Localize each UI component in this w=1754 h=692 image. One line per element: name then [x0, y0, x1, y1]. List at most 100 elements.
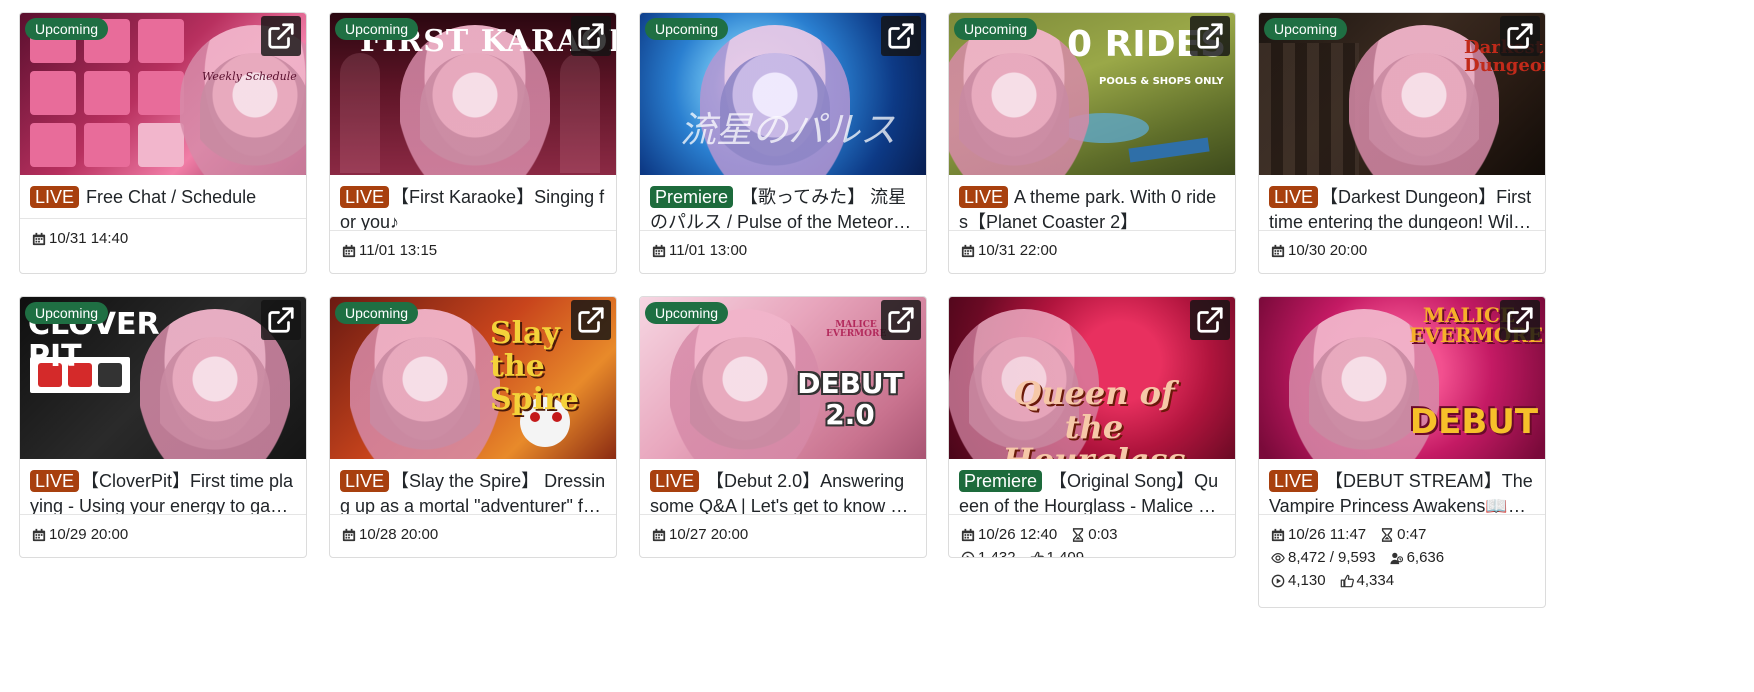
- plays-text: 4,130: [1288, 572, 1326, 589]
- hourglass-icon: [1382, 527, 1393, 542]
- thumbnail-art-text: DEBUT 2.0: [797, 367, 903, 431]
- date-text: 10/26 12:40: [978, 526, 1058, 543]
- user-group-icon: [1390, 552, 1403, 564]
- duration-meta: 0:47: [1380, 523, 1426, 546]
- live-tag: LIVE: [340, 186, 390, 208]
- duration-text: 0:03: [1088, 526, 1118, 543]
- thumbnail-art-text: Queen of the Hourglass: [1003, 374, 1186, 459]
- upcoming-badge: Upcoming: [954, 18, 1038, 40]
- open-external-button[interactable]: [1500, 300, 1540, 340]
- video-card[interactable]: Queen of the Hourglass Premiere 【Origina…: [948, 296, 1236, 558]
- external-link-icon: [888, 23, 914, 49]
- video-thumbnail[interactable]: Weekly Schedule Upcoming: [20, 13, 306, 175]
- date-meta: 10/26 11:47: [1271, 523, 1366, 546]
- video-title-row[interactable]: LIVE 【First Karaoke】Singing for you♪: [330, 175, 616, 231]
- external-link-icon: [1197, 23, 1223, 49]
- date-meta: 10/31 22:00: [961, 239, 1057, 262]
- video-title-row[interactable]: LIVE 【CloverPit】First time playing - Usin…: [20, 459, 306, 515]
- live-tag: LIVE: [650, 470, 700, 492]
- video-title-row[interactable]: LIVE 【Darkest Dungeon】First time entering…: [1259, 175, 1545, 231]
- calendar-icon: [1271, 244, 1285, 257]
- date-meta: 10/28 20:00: [342, 523, 438, 546]
- duration-meta: 0:03: [1071, 523, 1117, 546]
- open-external-button[interactable]: [1190, 300, 1230, 340]
- calendar-icon: [652, 244, 666, 257]
- duration-text: 0:47: [1397, 526, 1427, 543]
- upcoming-badge: Upcoming: [645, 302, 729, 324]
- thumbnail-art-text: 流星のパルス: [680, 110, 897, 151]
- concurrent-meta: 6,636: [1390, 546, 1444, 569]
- video-title-row[interactable]: Premiere 【歌ってみた】 流星のパルス / Pulse of the M…: [640, 175, 926, 231]
- video-thumbnail[interactable]: Queen of the Hourglass: [949, 297, 1235, 459]
- thumbs-up-icon: [1030, 551, 1044, 557]
- premiere-tag: Premiere: [650, 186, 734, 208]
- date-text: 10/31 22:00: [978, 242, 1058, 259]
- live-tag: LIVE: [30, 186, 80, 208]
- date-meta: 10/27 20:00: [652, 523, 748, 546]
- plays-meta: 4,130: [1271, 569, 1326, 592]
- upcoming-badge: Upcoming: [335, 302, 419, 324]
- date-meta: 10/26 12:40: [961, 523, 1057, 546]
- video-thumbnail[interactable]: 0 RIDES POOLS & SHOPS ONLY Upcoming: [949, 13, 1235, 175]
- live-tag: LIVE: [30, 470, 80, 492]
- video-thumbnail[interactable]: MALICE EVERMORE DEBUT 2.0 Upcoming: [640, 297, 926, 459]
- calendar-icon: [652, 528, 666, 541]
- video-card[interactable]: CLOVER PIT Upcoming LIVE 【CloverPit】First…: [19, 296, 307, 558]
- open-external-button[interactable]: [571, 16, 611, 56]
- date-meta: 10/30 20:00: [1271, 239, 1367, 262]
- video-thumbnail[interactable]: 流星のパルス Upcoming: [640, 13, 926, 175]
- open-external-button[interactable]: [881, 16, 921, 56]
- calendar-icon: [342, 528, 356, 541]
- plays-meta: 1,432: [961, 546, 1016, 558]
- upcoming-badge: Upcoming: [645, 18, 729, 40]
- video-thumbnail[interactable]: MALICE EVERMORE DEBUT: [1259, 297, 1545, 459]
- open-external-button[interactable]: [261, 300, 301, 340]
- plays-text: 1,432: [978, 549, 1016, 558]
- video-card[interactable]: 流星のパルス Upcoming Premiere 【歌ってみた】 流星のパルス …: [639, 12, 927, 274]
- external-link-icon: [268, 307, 294, 333]
- external-link-icon: [578, 307, 604, 333]
- video-card[interactable]: Slay the Spire Upcoming LIVE 【Slay the Sp…: [329, 296, 617, 558]
- premiere-tag: Premiere: [959, 470, 1043, 492]
- open-external-button[interactable]: [1190, 16, 1230, 56]
- open-external-button[interactable]: [571, 300, 611, 340]
- video-thumbnail[interactable]: CLOVER PIT Upcoming: [20, 297, 306, 459]
- video-card[interactable]: MALICE EVERMORE DEBUT LIVE 【DEBUT STREAM…: [1258, 296, 1546, 608]
- play-circle-icon: [1271, 574, 1285, 587]
- open-external-button[interactable]: [881, 300, 921, 340]
- date-text: 10/30 20:00: [1288, 242, 1368, 259]
- thumbnail-art-text: Weekly Schedule: [202, 70, 297, 83]
- likes-text: 1,409: [1046, 549, 1085, 558]
- video-title-row[interactable]: LIVE Free Chat / Schedule: [20, 175, 306, 219]
- eye-icon: [1271, 552, 1285, 563]
- likes-meta: 4,334: [1340, 569, 1395, 592]
- open-external-button[interactable]: [261, 16, 301, 56]
- video-title-row[interactable]: LIVE 【DEBUT STREAM】The Vampire Princess …: [1259, 459, 1545, 515]
- hourglass-icon: [1073, 527, 1084, 542]
- video-title-row[interactable]: LIVE 【Slay the Spire】 Dressing up as a mo…: [330, 459, 616, 515]
- video-title-row[interactable]: Premiere 【Original Song】Queen of the Hou…: [949, 459, 1235, 515]
- video-thumbnail[interactable]: Darkest Dungeon Upcoming: [1259, 13, 1545, 175]
- video-card[interactable]: MALICE EVERMORE DEBUT 2.0 Upcoming LIVE …: [639, 296, 927, 558]
- video-card[interactable]: Weekly Schedule Upcoming LIVE Free Chat …: [19, 12, 307, 274]
- likes-text: 4,334: [1356, 572, 1395, 589]
- video-card[interactable]: FIRST KARAOKE Upcoming LIVE【First Karaok…: [329, 12, 617, 274]
- video-thumbnail[interactable]: Slay the Spire Upcoming: [330, 297, 616, 459]
- thumbs-up-icon: [1340, 574, 1354, 587]
- upcoming-badge: Upcoming: [25, 302, 109, 324]
- video-thumbnail[interactable]: FIRST KARAOKE Upcoming: [330, 13, 616, 175]
- video-title-row[interactable]: LIVE 【Debut 2.0】Answering some Q&A | Let…: [640, 459, 926, 515]
- video-title-row[interactable]: LIVE A theme park. With 0 rides【Planet C…: [949, 175, 1235, 231]
- external-link-icon: [1507, 307, 1533, 333]
- external-link-icon: [268, 23, 294, 49]
- date-meta: 10/29 20:00: [32, 523, 128, 546]
- thumbnail-art-subtext: MALICE EVERMORE: [826, 320, 887, 339]
- video-title[interactable]: Free Chat / Schedule: [86, 187, 256, 207]
- views-meta: 8,472 / 9,593: [1271, 546, 1376, 569]
- video-card[interactable]: Darkest Dungeon Upcoming LIVE【Darkest Du…: [1258, 12, 1546, 274]
- external-link-icon: [578, 23, 604, 49]
- date-text: 11/01 13:00: [669, 242, 748, 259]
- video-card[interactable]: 0 RIDES POOLS & SHOPS ONLY Upcoming LIVE…: [948, 12, 1236, 274]
- date-text: 10/28 20:00: [359, 526, 439, 543]
- open-external-button[interactable]: [1500, 16, 1540, 56]
